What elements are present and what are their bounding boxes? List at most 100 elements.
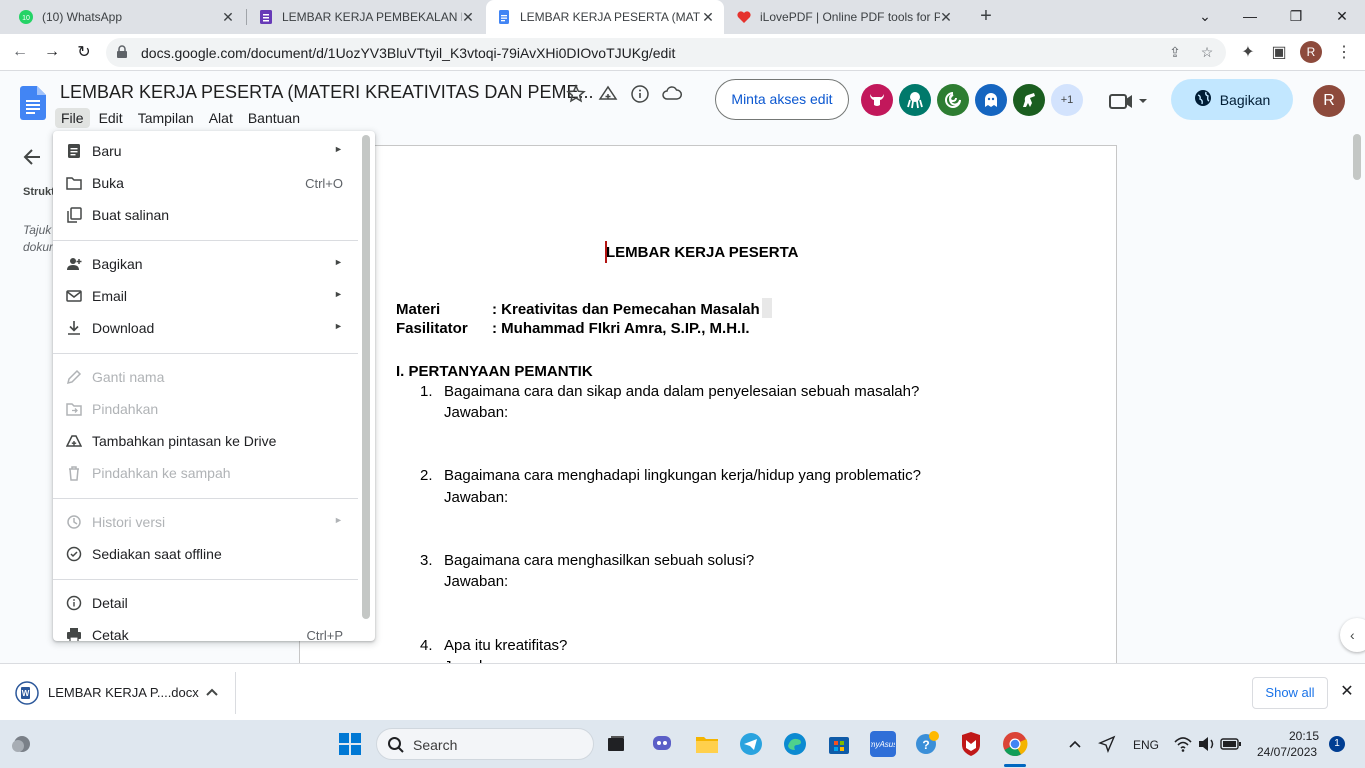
battery-icon[interactable] bbox=[1218, 731, 1244, 757]
answer-label[interactable]: Jawaban: bbox=[444, 573, 508, 590]
menu-item-share[interactable]: Bagikan ► bbox=[53, 248, 358, 280]
more-menu-icon[interactable]: ⋮ bbox=[1332, 40, 1356, 64]
request-edit-access-button[interactable]: Minta akses edit bbox=[715, 79, 849, 120]
language-indicator[interactable]: ENG bbox=[1133, 738, 1159, 752]
close-icon[interactable]: ✕ bbox=[460, 9, 476, 25]
tab-whatsapp[interactable]: 10 (10) WhatsApp ✕ bbox=[8, 0, 244, 34]
telegram-icon[interactable] bbox=[738, 731, 764, 757]
menu-item-make-copy[interactable]: Buat salinan bbox=[53, 199, 358, 231]
star-icon[interactable] bbox=[566, 84, 586, 104]
cloud-status-icon[interactable] bbox=[662, 84, 682, 104]
chevron-up-icon[interactable] bbox=[1062, 731, 1088, 757]
menu-help[interactable]: Bantuan bbox=[242, 108, 306, 128]
anonymous-squid-avatar[interactable] bbox=[899, 84, 931, 116]
anonymous-ghost-avatar[interactable] bbox=[975, 84, 1007, 116]
fasilitator-row[interactable]: Fasilitator: Muhammad FIkri Amra, S.IP.,… bbox=[396, 320, 750, 337]
clock-date[interactable]: 24/07/2023 bbox=[1257, 745, 1317, 759]
clock-time[interactable]: 20:15 bbox=[1289, 729, 1319, 743]
move-to-folder-icon[interactable] bbox=[598, 84, 618, 104]
question-text[interactable]: Apa itu kreatifitas? bbox=[444, 637, 567, 654]
docs-logo-icon[interactable] bbox=[20, 86, 46, 125]
edge-browser-icon[interactable] bbox=[782, 731, 808, 757]
extensions-icon[interactable]: ✦ bbox=[1236, 40, 1260, 64]
menu-item-offline[interactable]: Sediakan saat offline bbox=[53, 538, 358, 570]
user-avatar[interactable]: R bbox=[1313, 85, 1345, 117]
word-file-icon[interactable]: W bbox=[15, 681, 39, 705]
close-window-button[interactable]: ✕ bbox=[1319, 0, 1365, 32]
url-text[interactable]: docs.google.com/document/d/1UozYV3BluVTt… bbox=[141, 45, 675, 61]
menu-item-details[interactable]: Detail bbox=[53, 587, 358, 619]
menu-scrollbar[interactable] bbox=[362, 135, 370, 619]
back-button[interactable]: ← bbox=[8, 40, 32, 64]
download-file-name[interactable]: LEMBAR KERJA P....docx bbox=[48, 685, 199, 700]
wifi-icon[interactable] bbox=[1170, 731, 1196, 757]
anonymous-turtle-avatar[interactable] bbox=[937, 84, 969, 116]
menu-item-new[interactable]: Baru ► bbox=[53, 135, 358, 167]
menu-edit[interactable]: Edit bbox=[93, 108, 129, 128]
menu-item-download[interactable]: Download ► bbox=[53, 312, 358, 344]
answer-label[interactable]: Jawaban: bbox=[444, 404, 508, 421]
menu-item-print[interactable]: Cetak Ctrl+P bbox=[53, 619, 358, 641]
question-text[interactable]: Bagaimana cara menghadapi lingkungan ker… bbox=[444, 467, 921, 484]
close-icon[interactable]: ✕ bbox=[938, 9, 954, 25]
address-bar[interactable]: docs.google.com/document/d/1UozYV3BluVTt… bbox=[106, 38, 1226, 67]
chrome-icon[interactable] bbox=[1002, 731, 1028, 757]
tab-lembar-kerja-pembekalan[interactable]: LEMBAR KERJA PEMBEKALAN MA ✕ bbox=[248, 0, 484, 34]
profile-avatar[interactable]: R bbox=[1300, 41, 1322, 63]
vertical-scrollbar[interactable] bbox=[1353, 134, 1361, 180]
menu-item-open[interactable]: Buka Ctrl+O bbox=[53, 167, 358, 199]
reload-button[interactable]: ↻ bbox=[72, 40, 96, 64]
minimize-button[interactable]: — bbox=[1227, 0, 1273, 32]
microsoft-store-icon[interactable] bbox=[826, 731, 852, 757]
menu-item-email[interactable]: Email ► bbox=[53, 280, 358, 312]
bookmark-star-icon[interactable]: ☆ bbox=[1198, 44, 1216, 62]
notification-badge[interactable]: 1 bbox=[1329, 736, 1345, 752]
answer-label[interactable]: Jawaban: bbox=[444, 489, 508, 506]
chat-icon[interactable] bbox=[649, 731, 675, 757]
question-text[interactable]: Bagaimana cara menghasilkan sebuah solus… bbox=[444, 552, 754, 569]
menu-view[interactable]: Tampilan bbox=[132, 108, 200, 128]
mcafee-icon[interactable] bbox=[958, 731, 984, 757]
anonymous-bull-avatar[interactable] bbox=[861, 84, 893, 116]
document-page[interactable]: LEMBAR KERJA PESERTA Materi: Kreativitas… bbox=[299, 145, 1117, 675]
volume-icon[interactable] bbox=[1194, 731, 1220, 757]
lock-icon[interactable] bbox=[116, 45, 128, 64]
show-all-button[interactable]: Show all bbox=[1252, 677, 1328, 709]
weather-widget-icon[interactable] bbox=[8, 731, 34, 757]
menu-item-add-shortcut[interactable]: Tambahkan pintasan ke Drive bbox=[53, 425, 358, 457]
file-explorer-icon[interactable] bbox=[694, 731, 720, 757]
share-page-icon[interactable]: ⇪ bbox=[1166, 44, 1184, 62]
close-icon[interactable]: ✕ bbox=[220, 9, 236, 25]
chevron-up-icon[interactable] bbox=[204, 684, 220, 700]
forward-button[interactable]: → bbox=[40, 40, 64, 64]
side-panel-icon[interactable]: ▣ bbox=[1267, 40, 1291, 64]
more-viewers-badge[interactable]: +1 bbox=[1051, 84, 1083, 116]
back-arrow-icon[interactable] bbox=[22, 148, 42, 166]
meet-video-icon[interactable] bbox=[1108, 90, 1148, 112]
share-button[interactable]: Bagikan bbox=[1171, 79, 1293, 120]
tab-ilovepdf[interactable]: iLovePDF | Online PDF tools for P ✕ bbox=[726, 0, 962, 34]
anonymous-dinosaur-avatar[interactable] bbox=[1013, 84, 1045, 116]
side-panel-toggle-icon[interactable]: ‹ bbox=[1340, 618, 1365, 652]
help-app-icon[interactable]: ? bbox=[914, 731, 940, 757]
offline-icon bbox=[66, 546, 82, 562]
question-text[interactable]: Bagaimana cara dan sikap anda dalam peny… bbox=[444, 383, 919, 400]
myasus-icon[interactable]: myAsus bbox=[870, 731, 896, 757]
section-heading[interactable]: I. PERTANYAAN PEMANTIK bbox=[396, 363, 593, 380]
location-arrow-icon[interactable] bbox=[1094, 731, 1120, 757]
tab-lembar-kerja-peserta[interactable]: LEMBAR KERJA PESERTA (MATERI ✕ bbox=[486, 0, 724, 34]
task-view-icon[interactable] bbox=[603, 731, 629, 757]
new-tab-button[interactable]: + bbox=[976, 6, 996, 27]
materi-row[interactable]: Materi: Kreativitas dan Pemecahan Masala… bbox=[396, 298, 772, 318]
document-heading[interactable]: LEMBAR KERJA PESERTA bbox=[606, 244, 799, 261]
tab-search-icon[interactable]: ⌄ bbox=[1182, 0, 1228, 32]
close-icon[interactable]: ✕ bbox=[700, 9, 716, 25]
taskbar-search-box[interactable]: Search bbox=[376, 728, 594, 760]
maximize-button[interactable]: ❐ bbox=[1273, 0, 1319, 32]
close-icon[interactable]: ✕ bbox=[1338, 683, 1356, 701]
menu-tools[interactable]: Alat bbox=[203, 108, 239, 128]
menu-file[interactable]: File bbox=[55, 108, 90, 128]
document-title[interactable]: LEMBAR KERJA PESERTA (MATERI KREATIVITAS… bbox=[60, 82, 593, 103]
windows-start-icon[interactable] bbox=[337, 731, 363, 757]
info-icon[interactable] bbox=[630, 84, 650, 104]
